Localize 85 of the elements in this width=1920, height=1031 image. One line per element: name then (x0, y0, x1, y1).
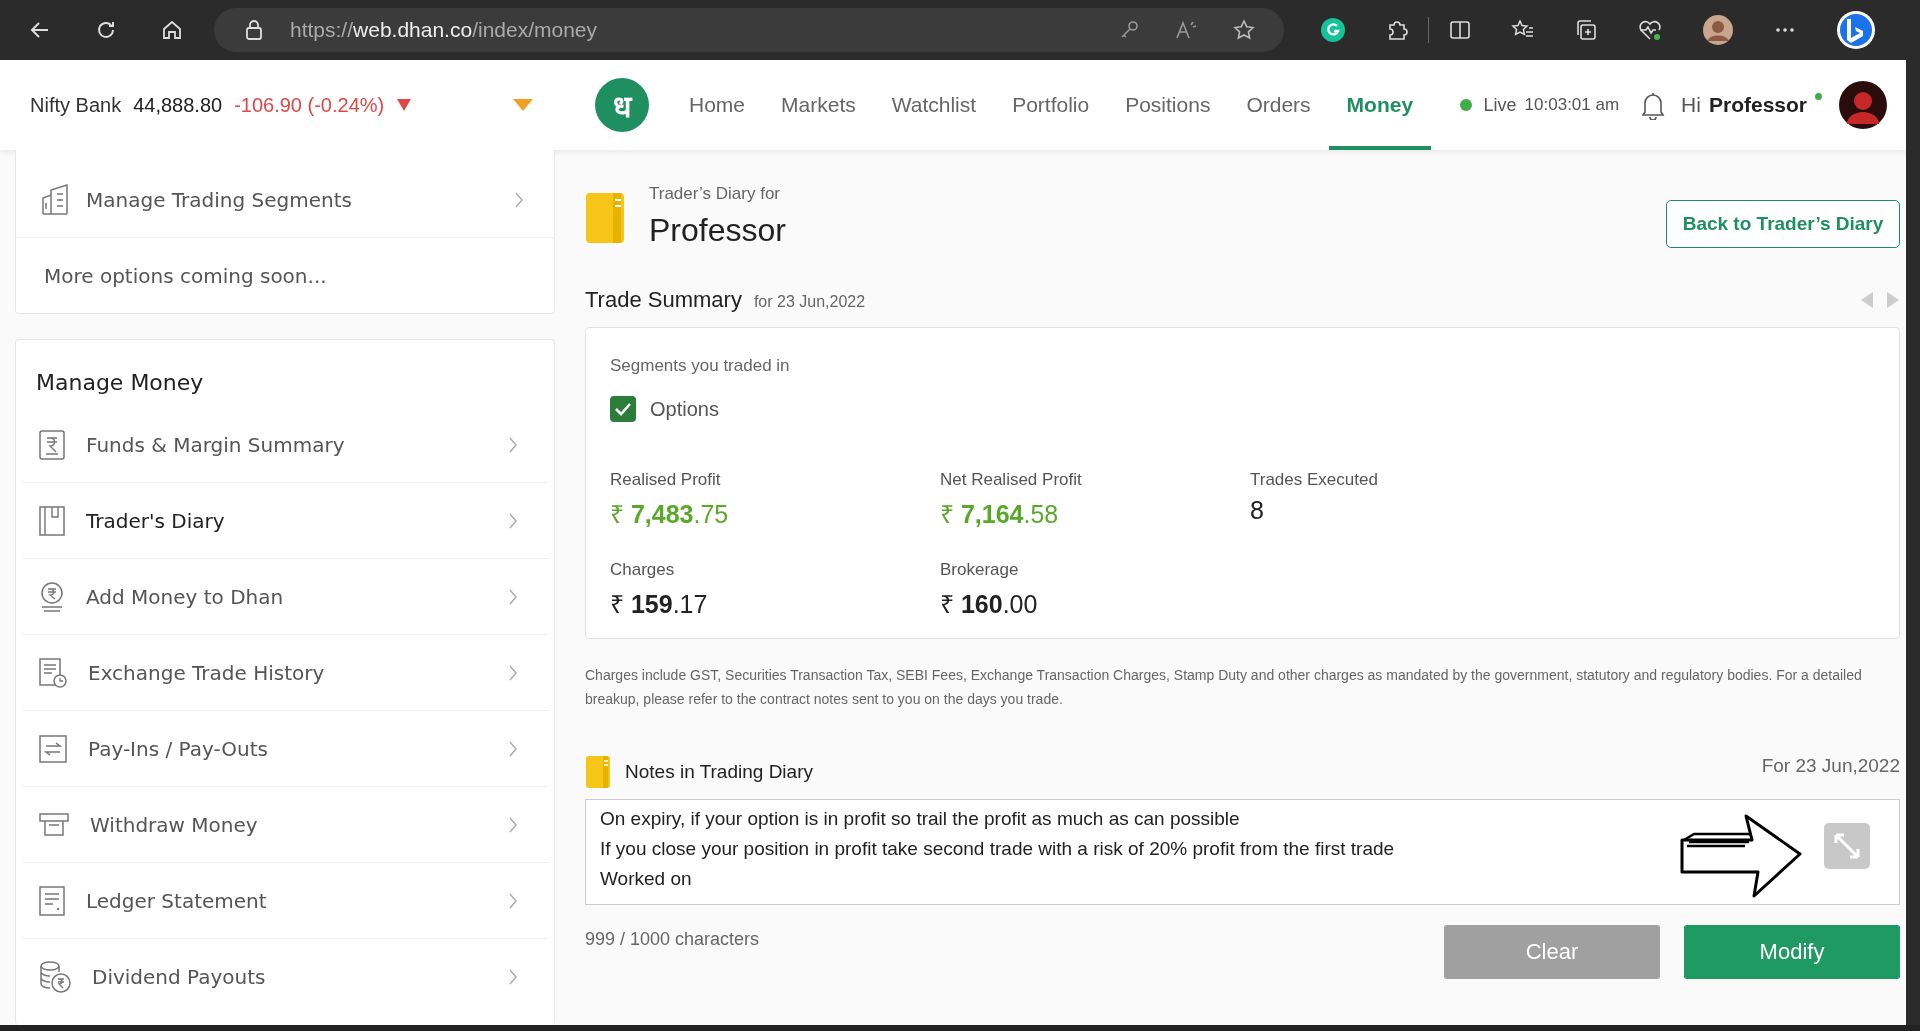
notes-title: Notes in Trading Diary (625, 761, 813, 783)
modify-button[interactable]: Modify (1684, 925, 1900, 979)
menu-item[interactable]: Funds & Margin Summary (22, 407, 548, 483)
nav-tab[interactable]: Watchlist (873, 60, 995, 150)
notes-date: For 23 Jun,2022 (1761, 755, 1900, 777)
diary-icon (585, 192, 625, 244)
stat-value: 8 (1250, 496, 1265, 525)
chevron-right-icon (508, 588, 518, 605)
stat-label: Brokerage (940, 560, 1020, 580)
grammar-extension-icon[interactable] (1320, 17, 1346, 43)
nav-tab[interactable]: Orders (1228, 60, 1329, 150)
nav-tab[interactable]: Home (671, 60, 764, 150)
checkbox[interactable] (610, 396, 636, 422)
chevron-right-icon (508, 892, 518, 909)
menu-item[interactable]: Add Money to Dhan (22, 559, 548, 635)
menu-item[interactable]: Withdraw Money (22, 787, 548, 863)
index-value: 44,888.80 (133, 93, 223, 117)
segments-label: Segments you traded in (610, 356, 791, 376)
rupee-document-icon (38, 428, 66, 461)
url-text: https://web.dhan.co/index/money (290, 18, 598, 42)
user-name[interactable]: Professor (1708, 93, 1807, 117)
summary-date: for 23 Jun,2022 (753, 293, 866, 311)
rupee-coin-icon (38, 580, 66, 613)
coin-stack-icon (38, 959, 72, 994)
document-clock-icon (38, 656, 68, 689)
character-count: 999 / 1000 characters (585, 929, 760, 950)
lock-icon (244, 19, 264, 41)
stat-value: ₹ 7,483.75 (610, 499, 730, 530)
address-bar[interactable]: https://web.dhan.co/index/money (214, 8, 1284, 52)
menu-item[interactable]: Pay-Ins / Pay-Outs (22, 711, 548, 787)
stat-value: ₹ 159.17 (610, 589, 709, 620)
home-icon[interactable] (160, 18, 184, 42)
menu-item-label: Manage Trading Segments (86, 187, 353, 212)
document-lines-icon (38, 884, 66, 917)
clock-time: 10:03:01 am (1524, 95, 1620, 115)
menu-item[interactable]: Ledger Statement (22, 863, 548, 939)
stat-label: Charges (610, 560, 676, 580)
nav-tab[interactable]: Portfolio (994, 60, 1108, 150)
menu-item[interactable]: Exchange Trade History (22, 635, 548, 711)
menu-item[interactable]: Dividend Payouts (22, 939, 548, 1014)
live-status-dot (1459, 99, 1472, 111)
charges-disclaimer: Charges include GST, Securities Transaction Tax, SEBI Fees, Exchange Transaction Charges, Stamp Duty and other charges as mandated by the government, statutory and regulatory bodies. For a detailed breakup, please refer to the contract notes sent to you on the days you trade. (585, 666, 1863, 709)
diary-icon (585, 755, 611, 789)
stat-value: ₹ 160.00 (940, 589, 1039, 620)
stat-value: ₹ 7,164.58 (940, 499, 1060, 530)
stat-label: Trades Executed (1250, 470, 1379, 490)
chevron-right-icon (508, 664, 518, 681)
menu-item[interactable]: Manage Trading Segments (16, 162, 554, 238)
user-avatar-icon[interactable] (1838, 80, 1888, 130)
chevron-right-icon (508, 816, 518, 833)
chevron-right-icon (514, 191, 524, 208)
stat-label: Net Realised Profit (940, 470, 1083, 490)
star-icon[interactable] (1232, 18, 1256, 42)
live-label: Live (1483, 94, 1517, 116)
split-screen-icon[interactable] (1448, 18, 1472, 42)
greeting-text: Hi (1681, 93, 1701, 117)
app-logo[interactable]: ध (595, 78, 649, 132)
back-to-diary-button[interactable]: Back to Trader’s Diary (1666, 200, 1900, 248)
notebook-icon (38, 504, 66, 537)
read-aloud-icon[interactable] (1174, 19, 1198, 41)
profile-avatar-icon[interactable] (1702, 14, 1734, 46)
nav-tab[interactable]: Markets (763, 60, 874, 150)
segment-label: Options (650, 397, 719, 421)
menu-item[interactable]: Trader's Diary (22, 483, 548, 559)
chevron-right-icon (508, 968, 518, 985)
chevron-right-icon (508, 512, 518, 529)
nav-tab[interactable]: Positions (1107, 60, 1229, 150)
collections-icon[interactable] (1574, 18, 1598, 42)
diary-subtitle: Trader’s Diary for (649, 184, 781, 204)
chevron-right-icon (508, 436, 518, 453)
checkmark-icon (614, 402, 632, 416)
cash-dispenser-icon (38, 810, 70, 839)
bing-icon[interactable] (1836, 10, 1876, 50)
stat-label: Realised Profit (610, 470, 722, 490)
transfer-arrows-icon (38, 733, 68, 764)
notes-text-area[interactable]: On expiry, if your option is in profit so trail the profit as much as can possible If you close your position in profit take second trade with a risk of 20% profit from the first trade Worked on (585, 799, 1900, 905)
index-change: -106.90 (-0.24%) (234, 93, 385, 117)
section-title: Manage Money (35, 369, 205, 397)
nav-tab[interactable]: Money (1328, 60, 1432, 150)
heart-pulse-icon[interactable] (1637, 18, 1663, 42)
chevron-right-icon (508, 740, 518, 757)
section-title: Trade Summary (585, 287, 742, 313)
diary-owner-name: Professor (649, 212, 786, 249)
index-name: Nifty Bank (30, 93, 122, 117)
coming-soon-text: More options coming soon... (43, 262, 328, 290)
